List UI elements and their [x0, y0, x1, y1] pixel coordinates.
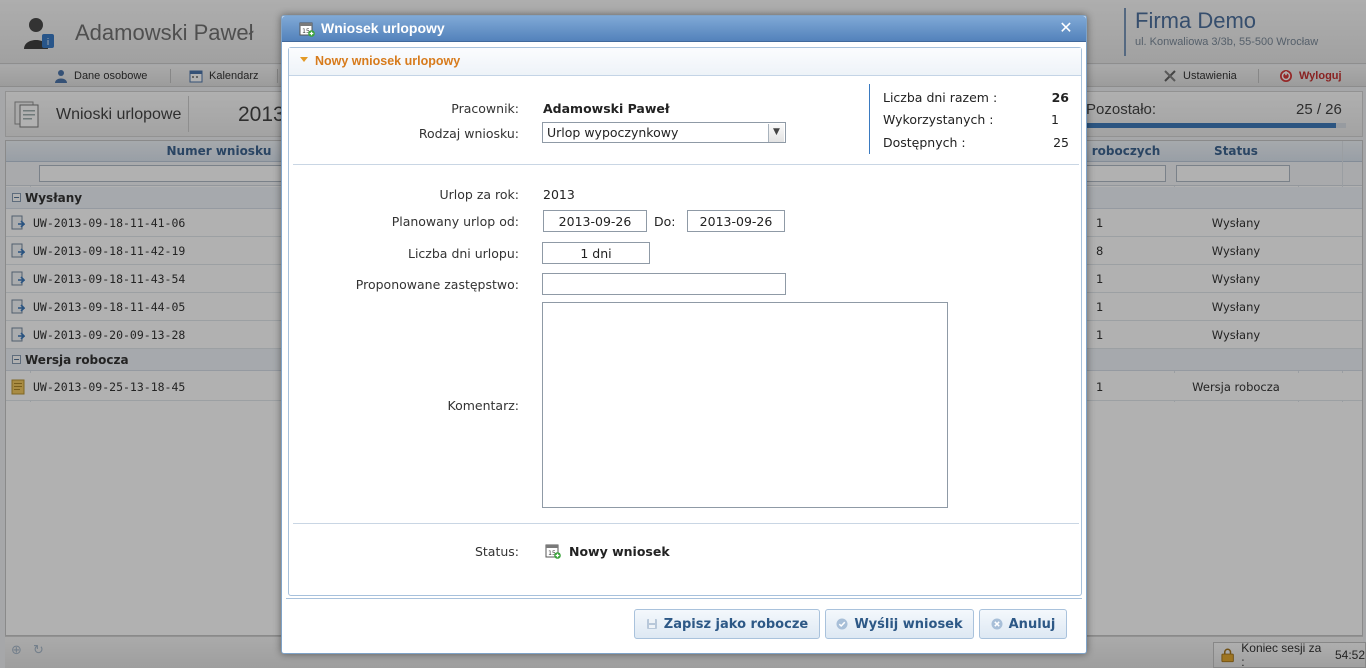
substitute-label: Proponowane zastępstwo: — [355, 277, 519, 292]
comment-textarea[interactable] — [542, 302, 948, 508]
leave-request-dialog: 15 Wniosek urlopowy ✕ Nowy wniosek urlop… — [281, 15, 1087, 654]
comment-label: Komentarz: — [447, 398, 519, 413]
save-icon — [646, 619, 657, 629]
request-type-select[interactable]: Urlop wypoczynkowy ▼ — [542, 122, 786, 143]
date-to-input[interactable] — [687, 210, 785, 232]
check-icon — [836, 618, 848, 630]
summary-used: Wykorzystanych : 1 — [883, 112, 1069, 127]
status-value: Nowy wniosek — [569, 544, 670, 559]
cancel-icon — [991, 618, 1003, 630]
leave-summary: Liczba dni razem : 26 Wykorzystanych : 1… — [869, 84, 1081, 154]
status-label: Status: — [474, 544, 519, 559]
summary-total: Liczba dni razem : 26 — [883, 90, 1069, 105]
year-label: Urlop za rok: — [439, 187, 519, 202]
send-request-button[interactable]: Wyślij wniosek — [825, 609, 974, 639]
cancel-button[interactable]: Anuluj — [979, 609, 1067, 639]
request-type-value: Urlop wypoczynkowy — [547, 125, 679, 140]
collapse-arrow-icon[interactable] — [300, 57, 308, 62]
days-count-label: Liczba dni urlopu: — [408, 246, 519, 261]
employee-value: Adamowski Paweł — [543, 101, 670, 116]
request-panel: Nowy wniosek urlopowy Pracownik: Adamows… — [288, 47, 1082, 596]
substitute-input[interactable] — [542, 273, 786, 295]
summary-available-label: Dostępnych : — [883, 135, 966, 150]
panel-header[interactable]: Nowy wniosek urlopowy — [289, 48, 1081, 76]
summary-total-label: Liczba dni razem : — [883, 90, 998, 105]
panel-title: Nowy wniosek urlopowy — [315, 54, 461, 68]
employee-label: Pracownik: — [451, 101, 519, 116]
request-type-label: Rodzaj wniosku: — [418, 126, 519, 141]
date-from-input[interactable] — [543, 210, 647, 232]
summary-total-value: 26 — [1051, 90, 1069, 105]
summary-used-label: Wykorzystanych : — [883, 112, 994, 127]
summary-available: Dostępnych : 25 — [883, 135, 1069, 150]
save-draft-button[interactable]: Zapisz jako robocze — [634, 609, 820, 639]
year-value: 2013 — [543, 187, 575, 202]
date-to-label: Do: — [654, 214, 676, 229]
chevron-down-icon[interactable]: ▼ — [768, 124, 784, 142]
section-divider — [293, 164, 1079, 165]
days-count-input[interactable] — [542, 242, 650, 264]
footer-divider — [286, 598, 1082, 599]
save-draft-button-label: Zapisz jako robocze — [663, 616, 809, 632]
date-from-label: Planowany urlop od: — [391, 214, 519, 229]
calendar-add-icon: 15 — [299, 22, 315, 37]
cancel-button-label: Anuluj — [1008, 616, 1056, 632]
send-request-button-label: Wyślij wniosek — [854, 616, 963, 632]
dialog-titlebar[interactable]: 15 Wniosek urlopowy ✕ — [282, 16, 1086, 42]
summary-available-value: 25 — [1053, 135, 1069, 150]
close-icon[interactable]: ✕ — [1058, 20, 1074, 36]
calendar-add-icon: 15 — [545, 544, 561, 559]
summary-used-value: 1 — [1051, 112, 1059, 127]
section-divider — [293, 523, 1079, 524]
dialog-title: Wniosek urlopowy — [321, 20, 445, 36]
